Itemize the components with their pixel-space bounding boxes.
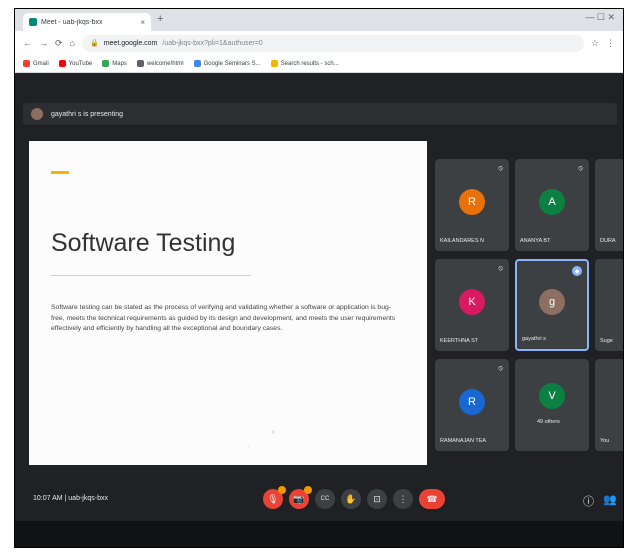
url-field[interactable]: 🔒 meet.google.com/uab-jkqs-bxx?pli=1&aut… — [81, 34, 584, 52]
more-options-button[interactable]: ⋮ — [393, 489, 413, 509]
bookmarks-bar: Gmail YouTube Maps welcome!html Google S… — [15, 55, 623, 73]
slide-title: Software Testing — [51, 229, 236, 257]
participant-tile[interactable]: ⦸ R RAMANAJAN TEA — [435, 359, 509, 451]
camera-button[interactable]: 📷 — [289, 486, 312, 509]
bookmark-item[interactable]: Search results - sch... — [270, 60, 339, 67]
presenting-banner: gayathri s is presenting — [23, 103, 617, 125]
bookmark-star-icon[interactable]: ☆ — [591, 38, 599, 49]
url-host: meet.google.com — [103, 39, 158, 47]
others-tile[interactable]: V 49 others — [515, 359, 589, 451]
reload-icon[interactable]: ⟳ — [55, 38, 63, 49]
forward-icon[interactable]: → — [39, 38, 48, 48]
slide-body: Software testing can be stated as the pr… — [51, 304, 396, 332]
mic-off-icon: ⦸ — [498, 265, 503, 272]
address-bar-row: ← → ⟳ ⌂ 🔒 meet.google.com/uab-jkqs-bxx?p… — [15, 31, 623, 55]
self-tile[interactable]: You — [595, 359, 623, 451]
info-icon[interactable]: ⓘ — [583, 493, 594, 509]
participant-tile[interactable]: Suge — [595, 259, 623, 351]
lock-icon: 🔒 — [89, 40, 99, 47]
url-path: /uab-jkqs-bxx?pli=1&authuser=0 — [162, 39, 263, 47]
mic-off-icon: ⦸ — [498, 165, 503, 172]
leave-call-button[interactable]: ☎ — [419, 489, 445, 509]
tab-title: Meet - uab-jkqs-bxx — [41, 18, 103, 26]
screen-frame: Meet - uab-jkqs-bxx × + — ☐ ✕ ← → ⟳ ⌂ 🔒 … — [14, 8, 624, 548]
new-tab-button[interactable]: + — [157, 13, 163, 25]
participant-name: DURA — [600, 238, 616, 244]
others-count: 49 others — [537, 419, 560, 425]
taskbar-strip — [15, 521, 623, 547]
presentation-slide: Software Testing Software testing can be… — [29, 141, 427, 465]
slide-accent-bar — [51, 171, 69, 174]
extensions-icon[interactable]: ⋮ — [606, 38, 615, 49]
avatar: V — [539, 383, 565, 409]
bookmark-item[interactable]: Maps — [102, 60, 127, 67]
presenting-text: gayathri s is presenting — [51, 110, 123, 118]
mic-button[interactable]: 🎙 — [263, 486, 286, 509]
participant-tile[interactable]: DURA — [595, 159, 623, 251]
participant-name: You — [600, 438, 610, 444]
people-icon[interactable]: 👥 — [603, 493, 617, 506]
bookmark-item[interactable]: Gmail — [23, 60, 49, 67]
avatar: K — [459, 289, 485, 315]
mic-off-icon: 🎙 — [267, 493, 279, 504]
participant-name: KEERTHNA ST — [440, 338, 479, 344]
presenter-avatar — [31, 108, 43, 120]
captions-icon: CC — [320, 496, 330, 502]
participant-tile[interactable]: ⦸ R KAILANDARES N — [435, 159, 509, 251]
mic-off-icon: ⦸ — [578, 165, 583, 172]
camera-off-icon: 📷 — [293, 493, 305, 504]
hand-icon: ✋ — [345, 493, 357, 504]
presenting-icon: ◆ — [572, 266, 582, 276]
more-vert-icon: ⋮ — [398, 493, 408, 504]
control-bar: 10:07 AM | uab-jkqs-bxx 🎙 📷 CC ✋ ⊡ ⋮ ☎ ⓘ… — [15, 481, 623, 521]
meeting-info: 10:07 AM | uab-jkqs-bxx — [33, 495, 108, 502]
warning-icon — [278, 486, 286, 494]
cursor-mark: › — [272, 429, 275, 436]
cursor-mark: · — [247, 443, 250, 450]
hangup-icon: ☎ — [426, 493, 438, 504]
close-tab-icon[interactable]: × — [140, 18, 145, 27]
participant-tile-presenter[interactable]: ◆ g gayathri s — [515, 259, 589, 351]
doc-icon — [193, 60, 201, 67]
youtube-icon — [58, 60, 66, 67]
browser-tab-strip: Meet - uab-jkqs-bxx × + — ☐ ✕ — [15, 9, 623, 31]
globe-icon — [136, 60, 144, 67]
participant-name: Suge — [600, 338, 613, 344]
present-icon: ⊡ — [373, 493, 381, 504]
warning-icon — [304, 486, 312, 494]
bookmark-item[interactable]: YouTube — [58, 60, 92, 67]
bookmark-item[interactable]: welcome!html — [136, 60, 184, 67]
participant-name: gayathri s — [522, 336, 546, 342]
mic-off-icon: ⦸ — [498, 365, 503, 372]
maps-icon — [102, 60, 110, 67]
present-button[interactable]: ⊡ — [367, 489, 387, 509]
gmail-icon — [23, 60, 30, 67]
avatar: A — [539, 189, 565, 215]
participant-name: RAMANAJAN TEA — [440, 438, 487, 444]
home-icon[interactable]: ⌂ — [70, 38, 75, 48]
meet-stage: gayathri s is presenting Software Testin… — [15, 73, 623, 547]
browser-tab[interactable]: Meet - uab-jkqs-bxx × — [23, 13, 151, 31]
slide-divider — [51, 275, 251, 276]
avatar: R — [459, 389, 485, 415]
bookmark-item[interactable]: Google Seminars S... — [193, 60, 261, 67]
participant-tile[interactable]: ⦸ A ANANYA BT — [515, 159, 589, 251]
meet-favicon-icon — [29, 18, 37, 26]
participant-name: ANANYA BT — [520, 238, 551, 244]
participant-tile[interactable]: ⦸ K KEERTHNA ST — [435, 259, 509, 351]
avatar: R — [459, 189, 485, 215]
participant-name: KAILANDARES N — [440, 238, 485, 244]
avatar: g — [539, 289, 565, 315]
back-icon[interactable]: ← — [23, 38, 32, 48]
window-controls[interactable]: — ☐ ✕ — [585, 12, 615, 23]
captions-button[interactable]: CC — [315, 489, 335, 509]
search-icon — [270, 60, 278, 67]
raise-hand-button[interactable]: ✋ — [341, 489, 361, 509]
